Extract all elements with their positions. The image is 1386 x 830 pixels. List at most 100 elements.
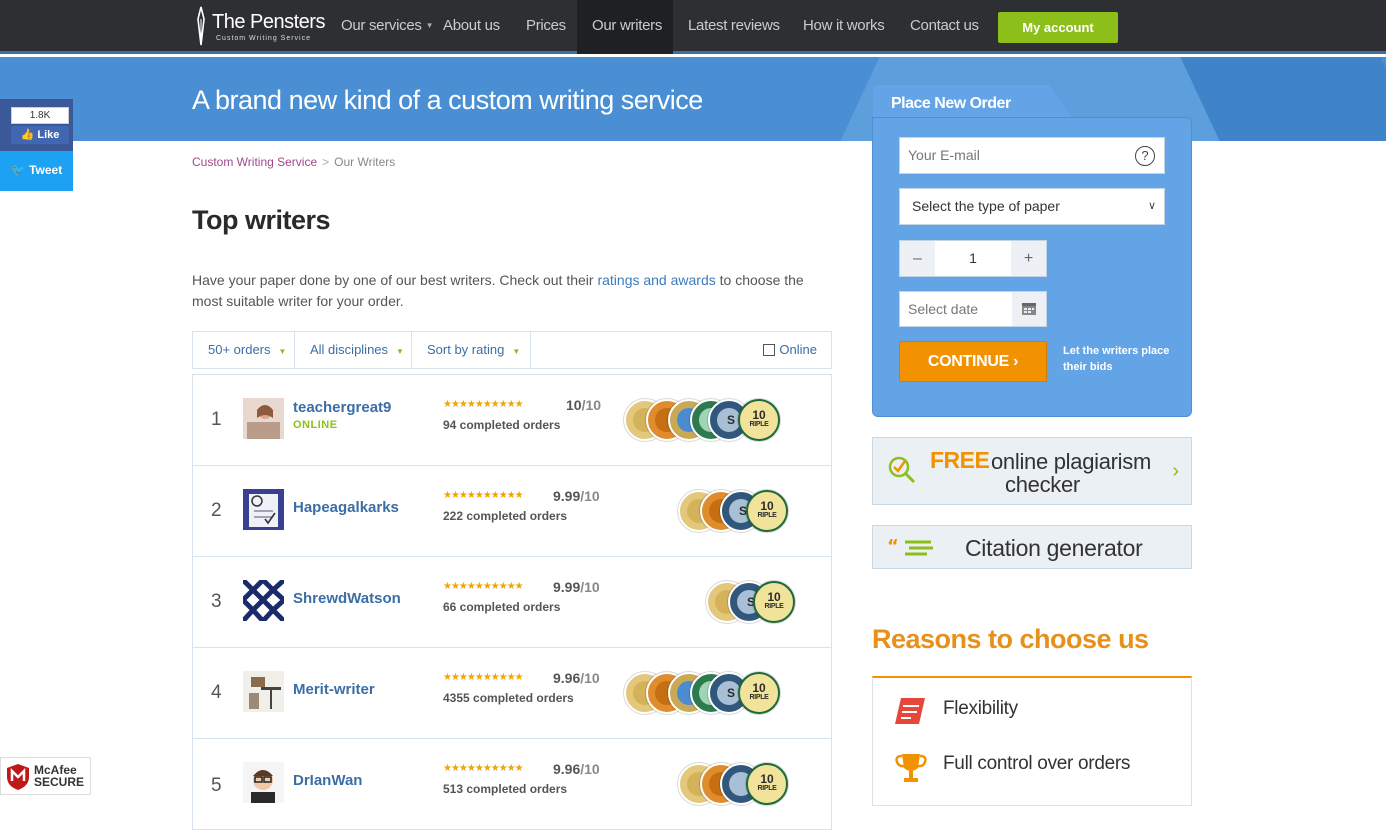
filter-label: Sort by rating [427, 342, 505, 357]
svg-text:“: “ [887, 536, 899, 557]
badge-label: 10 RIPLE [740, 409, 778, 430]
writer-avatar[interactable] [243, 489, 284, 530]
writer-row[interactable]: 5 DrIanWan ★★★★★★★★★★ 9.96/10 513 comple… [192, 738, 832, 830]
score-value: 9.96 [553, 761, 581, 777]
reason-item: Full control over orders [943, 753, 1131, 774]
breadcrumb: Custom Writing Service > Our Writers [192, 155, 395, 169]
writer-score: 10/10 [566, 397, 601, 413]
mcafee-label: McAfee SECURE [34, 764, 84, 788]
page-title: Top writers [192, 205, 331, 235]
writer-avatar[interactable] [243, 580, 284, 621]
writer-rank: 4 [211, 682, 222, 703]
thumbs-up-icon: 👍 [20, 129, 35, 141]
nav-label: Our writers [592, 17, 663, 34]
sort-dropdown[interactable]: Sort by rating ▼ [412, 332, 531, 368]
top-navigation: The Pensters Custom Writing Service Our … [0, 0, 1386, 54]
nav-about-us[interactable]: About us [443, 0, 500, 54]
paper-type-value: Select the type of paper [912, 198, 1060, 214]
badge-triple: RIPLE [757, 512, 777, 519]
filter-label: All disciplines [310, 342, 389, 357]
writer-row[interactable]: 2 Hapeagalkarks ★★★★★★★★★★ 9.99/10 222 c… [192, 465, 832, 557]
writer-rank: 5 [211, 775, 222, 796]
writer-avatar[interactable] [243, 762, 284, 803]
my-account-button[interactable]: My account [998, 12, 1118, 43]
caret-down-icon: ▼ [425, 21, 434, 31]
continue-button[interactable]: CONTINUE › [899, 341, 1047, 382]
citation-label: Citation generator [965, 535, 1143, 561]
nav-contact-us[interactable]: Contact us [910, 0, 979, 54]
plagiarism-checker-banner[interactable]: FREE online plagiarism checker › [872, 437, 1192, 505]
writer-name-link[interactable]: Hapeagalkarks [293, 499, 399, 516]
writer-name-link[interactable]: ShrewdWatson [293, 590, 401, 607]
increment-button[interactable]: + [1011, 241, 1046, 276]
badge-triple: RIPLE [757, 785, 777, 792]
award-badge-triple-10[interactable]: 10 RIPLE [738, 399, 780, 441]
score-value: 9.99 [553, 579, 581, 595]
brand-tagline: Custom Writing Service [216, 35, 312, 42]
score-value: 10 [566, 397, 582, 413]
like-label: Like [37, 129, 60, 141]
award-badge-triple-10[interactable]: 10 RIPLE [753, 581, 795, 623]
deadline-date-input[interactable]: Select date [899, 291, 1047, 327]
help-icon[interactable]: ? [1135, 146, 1155, 166]
score-denominator: /10 [580, 488, 600, 504]
bids-note: Let the writers place their bids [1063, 345, 1170, 373]
nav-prices[interactable]: Prices [526, 0, 566, 54]
intro-text-start: Have your paper done by one of our best … [192, 272, 598, 288]
nav-our-writers[interactable]: Our writers [577, 0, 673, 54]
nav-latest-reviews[interactable]: Latest reviews [688, 0, 780, 54]
writer-row[interactable]: 4 Merit-writer ★★★★★★★★★★ 9.96/10 4355 c… [192, 647, 832, 739]
writer-avatar[interactable] [243, 671, 284, 712]
brand-name: The Pensters [212, 11, 325, 33]
site-logo[interactable]: The Pensters Custom Writing Service [192, 5, 327, 49]
citation-generator-banner[interactable]: “ Citation generator [872, 525, 1192, 569]
pages-value[interactable]: 1 [935, 241, 1011, 276]
completed-orders: 4355 completed orders [443, 691, 574, 705]
writer-avatar[interactable] [243, 398, 284, 439]
nav-our-services[interactable]: Our services ▼ [341, 0, 434, 54]
ratings-awards-link[interactable]: ratings and awards [597, 272, 715, 288]
calendar-button[interactable] [1012, 292, 1046, 326]
paper-type-select[interactable]: Select the type of paper ∨ [899, 188, 1165, 225]
score-denominator: /10 [580, 761, 600, 777]
tweet-label: Tweet [29, 163, 63, 177]
orders-filter-dropdown[interactable]: 50+ orders ▼ [193, 332, 295, 368]
badge-triple: RIPLE [764, 603, 784, 610]
filter-label: 50+ orders [208, 342, 271, 357]
mcafee-secure-badge[interactable]: McAfee SECURE [0, 757, 91, 795]
completed-orders: 66 completed orders [443, 600, 561, 614]
online-filter-checkbox[interactable]: Online [763, 332, 817, 368]
email-input[interactable]: Your E-mail ? [899, 137, 1165, 174]
facebook-like-button[interactable]: 👍 Like [11, 126, 69, 144]
triangle-down-icon: ▼ [396, 347, 404, 356]
magnifier-check-icon [888, 456, 916, 484]
writer-name-link[interactable]: DrIanWan [293, 772, 362, 789]
email-placeholder: Your E-mail [908, 147, 980, 163]
completed-orders: 513 completed orders [443, 782, 568, 796]
triangle-down-icon: ▼ [512, 347, 521, 356]
pages-stepper[interactable]: – 1 + [899, 240, 1047, 277]
award-badge-triple-10[interactable]: 10 RIPLE [738, 672, 780, 714]
writer-row[interactable]: 3 ShrewdWatson ★★★★★★★★★★ 9.99/10 66 com… [192, 556, 832, 648]
tweet-button[interactable]: 🐦 Tweet [0, 151, 73, 191]
checkbox[interactable] [763, 343, 776, 356]
badge-label: 10 RIPLE [755, 591, 793, 612]
trophy-icon [895, 754, 927, 782]
completed-orders: 94 completed orders [443, 418, 561, 432]
breadcrumb-home-link[interactable]: Custom Writing Service [192, 155, 317, 169]
writer-row[interactable]: 1 teachergreat9 ONLINE ★★★★★★★★★★ 10/10 … [192, 374, 832, 466]
decrement-button[interactable]: – [900, 241, 935, 276]
rating-stars: ★★★★★★★★★★ [443, 399, 524, 410]
award-badge-triple-10[interactable]: 10 RIPLE [746, 490, 788, 532]
score-value: 9.96 [553, 670, 581, 686]
nav-label: About us [443, 17, 500, 34]
nav-how-it-works[interactable]: How it works [803, 0, 885, 54]
writer-name-link[interactable]: Merit-writer [293, 681, 375, 698]
free-label: FREE [930, 447, 990, 473]
badge-triple: RIPLE [749, 694, 769, 701]
disciplines-filter-dropdown[interactable]: All disciplines ▼ [295, 332, 412, 368]
chevron-right-icon: › [1172, 460, 1179, 482]
writer-name-link[interactable]: teachergreat9 [293, 399, 391, 416]
award-badge-triple-10[interactable]: 10 RIPLE [746, 763, 788, 805]
facebook-like-widget: 1.8K 👍 Like [0, 99, 73, 151]
